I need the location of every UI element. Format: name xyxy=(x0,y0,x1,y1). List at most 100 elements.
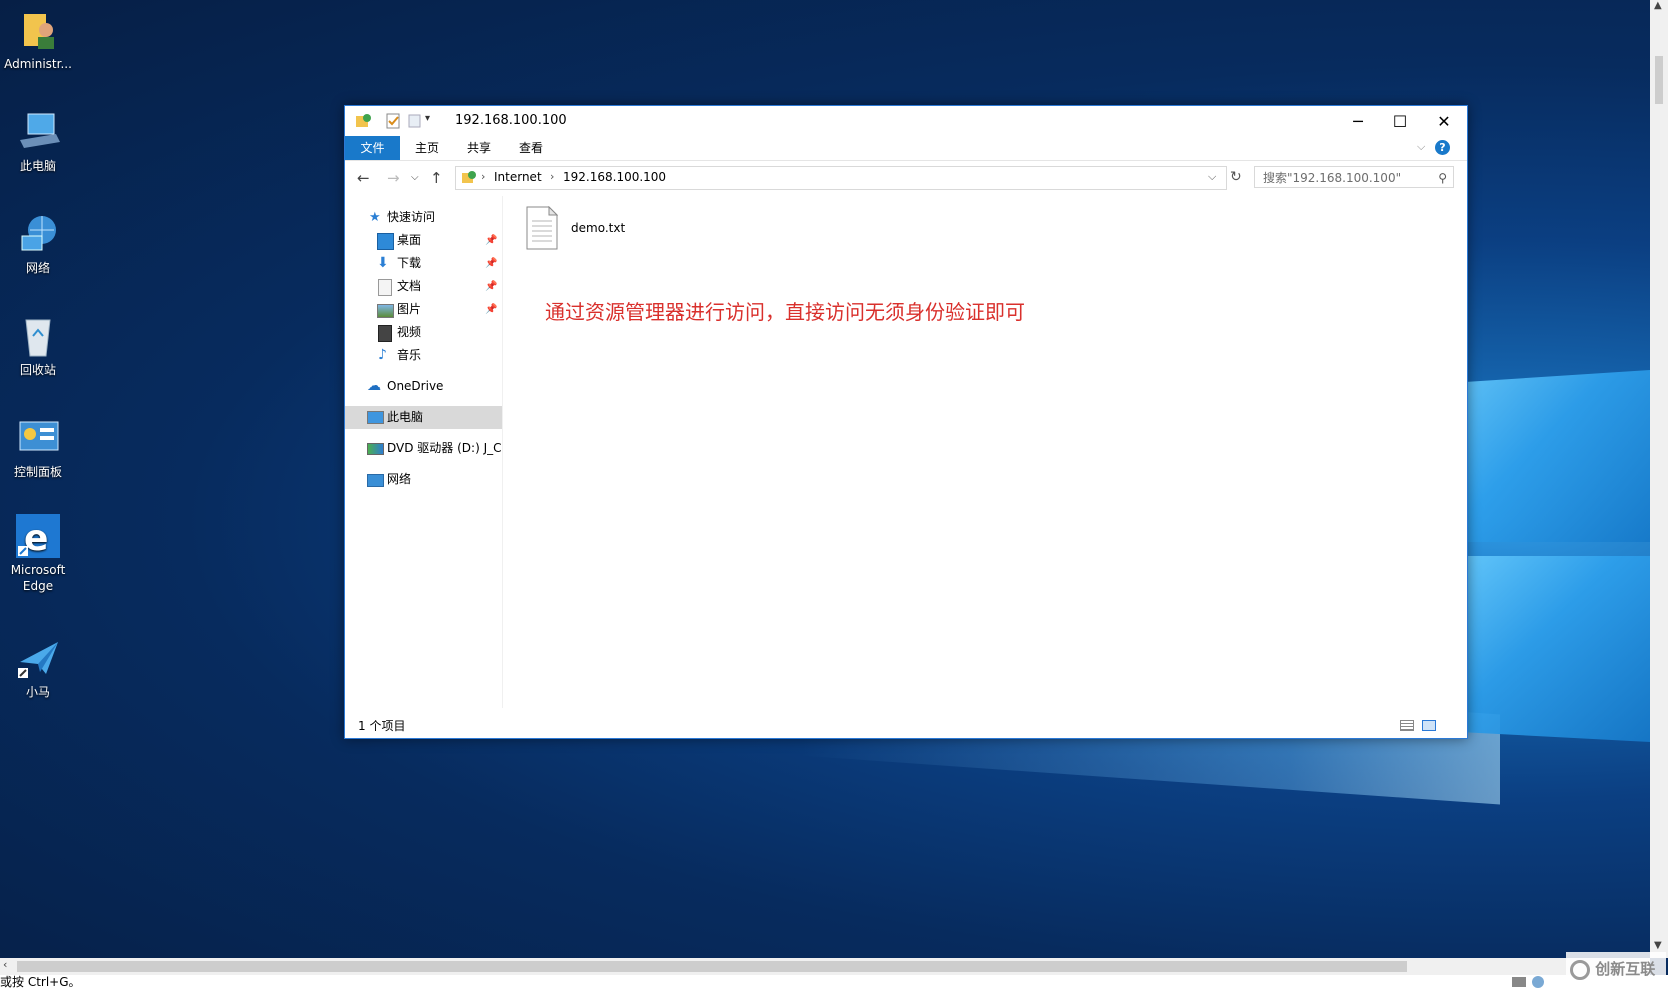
nav-documents[interactable]: 文档 📌 xyxy=(345,275,502,298)
scroll-thumb[interactable] xyxy=(17,961,1407,972)
music-note-icon: ♪ xyxy=(378,347,387,363)
maximize-button[interactable]: ☐ xyxy=(1377,106,1423,136)
breadcrumb-internet[interactable]: Internet xyxy=(494,170,542,184)
nav-label: 网络 xyxy=(387,472,412,486)
network-tray-icon xyxy=(1512,977,1526,987)
address-bar[interactable]: › Internet › 192.168.100.100 ⌵ xyxy=(455,166,1227,190)
recent-locations-chevron-icon[interactable]: ⌵ xyxy=(411,172,419,183)
nav-label: 此电脑 xyxy=(387,410,424,424)
maximize-icon: ☐ xyxy=(1392,111,1408,131)
desktop-icon-label: Microsoft Edge xyxy=(10,563,66,593)
file-list-area[interactable]: demo.txt 通过资源管理器进行访问，直接访问无须身份验证即可 xyxy=(503,196,1467,708)
minimize-button[interactable]: ─ xyxy=(1335,106,1381,136)
film-icon xyxy=(378,325,392,342)
customize-toolbar-chevron-icon[interactable]: ▾ xyxy=(425,113,441,129)
paper-plane-icon xyxy=(16,636,60,680)
desktop-icon-label: 小马 xyxy=(25,685,50,699)
help-icon[interactable]: ? xyxy=(1435,140,1450,155)
details-view-icon[interactable] xyxy=(1400,720,1414,731)
tab-file[interactable]: 文件 xyxy=(345,136,400,160)
search-input[interactable]: 搜索"192.168.100.100" ⚲ xyxy=(1254,166,1454,188)
forward-arrow-icon[interactable]: → xyxy=(387,169,400,187)
back-arrow-icon[interactable]: ← xyxy=(357,169,370,187)
nav-pictures[interactable]: 图片 📌 xyxy=(345,298,502,321)
desktop-icon-this-pc[interactable]: 此电脑 xyxy=(4,110,72,174)
nav-this-pc[interactable]: 此电脑 xyxy=(345,406,502,429)
star-pin-icon: ★ xyxy=(369,210,381,225)
desktop-icon-recycle-bin[interactable]: 回收站 xyxy=(4,314,72,378)
window-title: 192.168.100.100 xyxy=(455,113,567,128)
nav-music[interactable]: ♪ 音乐 xyxy=(345,344,502,367)
title-bar[interactable]: ▾ 192.168.100.100 ─ ☐ ✕ xyxy=(345,106,1467,136)
desktop-icon-edge[interactable]: e Microsoft Edge xyxy=(4,514,72,594)
pin-icon: 📌 xyxy=(485,258,498,269)
desktop-icon-label: 控制面板 xyxy=(13,465,62,479)
pictures-icon xyxy=(377,304,394,318)
breadcrumb-host[interactable]: 192.168.100.100 xyxy=(563,170,666,184)
tab-home[interactable]: 主页 xyxy=(405,136,449,160)
recycle-bin-icon xyxy=(16,314,60,358)
nav-videos[interactable]: 视频 xyxy=(345,321,502,344)
nav-dvd-drive[interactable]: DVD 驱动器 (D:) J_C xyxy=(345,437,502,460)
network-icon xyxy=(367,474,384,487)
annotation-text: 通过资源管理器进行访问，直接访问无须身份验证即可 xyxy=(545,300,1025,324)
breadcrumb-separator-icon: › xyxy=(550,170,555,183)
large-icons-view-icon[interactable] xyxy=(1422,720,1436,731)
watermark-logo-icon xyxy=(1570,959,1590,980)
nav-label: 快速访问 xyxy=(387,210,436,224)
network-globe-icon xyxy=(16,212,60,256)
file-item-demo-txt[interactable]: demo.txt xyxy=(526,205,646,252)
expand-ribbon-chevron-icon[interactable]: ⌵ xyxy=(1417,140,1425,154)
nav-label: 桌面 xyxy=(397,233,422,247)
nav-onedrive[interactable]: ☁ OneDrive xyxy=(345,375,502,398)
item-count: 1 个项目 xyxy=(358,719,406,733)
scroll-up-icon[interactable]: ▲ xyxy=(1654,0,1662,11)
desktop-folder-icon xyxy=(377,233,394,250)
pin-icon: 📌 xyxy=(485,281,498,292)
new-folder-icon[interactable] xyxy=(407,113,423,129)
nav-quick-access[interactable]: ★ 快速访问 xyxy=(345,206,502,229)
nav-label: 视频 xyxy=(397,325,422,339)
properties-icon[interactable] xyxy=(385,113,401,129)
tab-view[interactable]: 查看 xyxy=(509,136,553,160)
nav-label: 文档 xyxy=(397,279,422,293)
up-arrow-icon[interactable]: ↑ xyxy=(430,169,443,187)
pin-icon: 📌 xyxy=(485,235,498,246)
desktop-icon-label: 此电脑 xyxy=(19,159,56,173)
pin-icon: 📌 xyxy=(485,304,498,315)
ribbon-tabs: 文件 主页 共享 查看 ⌵ ? xyxy=(345,136,1467,161)
file-explorer-window[interactable]: ▾ 192.168.100.100 ─ ☐ ✕ 文件 主页 共享 查看 ⌵ ? … xyxy=(344,105,1468,739)
search-icon[interactable]: ⚲ xyxy=(1438,167,1447,189)
tab-share[interactable]: 共享 xyxy=(457,136,501,160)
scroll-thumb[interactable] xyxy=(1655,56,1663,104)
user-folder-icon xyxy=(16,8,60,52)
nav-label: OneDrive xyxy=(387,379,444,393)
desktop-icon-control-panel[interactable]: 控制面板 xyxy=(4,416,72,480)
minimize-icon: ─ xyxy=(1353,111,1363,131)
globe-tray-icon xyxy=(1532,976,1544,988)
nav-desktop[interactable]: 桌面 📌 xyxy=(345,229,502,252)
navigation-pane: ★ 快速访问 桌面 📌 ⬇ 下载 📌 文档 📌 图片 📌 视频 ♪ 音乐 ☁ O… xyxy=(345,196,503,708)
desktop-icon-label: 回收站 xyxy=(19,363,56,377)
computer-icon xyxy=(16,110,60,154)
refresh-icon[interactable]: ↻ xyxy=(1230,169,1242,185)
nav-network[interactable]: 网络 xyxy=(345,468,502,491)
desktop-icon-network[interactable]: 网络 xyxy=(4,212,72,276)
nav-label: 音乐 xyxy=(397,348,422,362)
watermark-text: 创新互联 xyxy=(1595,960,1656,978)
computer-icon xyxy=(367,411,384,424)
horizontal-scrollbar[interactable]: ‹ xyxy=(0,958,1650,975)
folder-network-icon xyxy=(355,113,371,129)
nav-downloads[interactable]: ⬇ 下载 📌 xyxy=(345,252,502,275)
close-button[interactable]: ✕ xyxy=(1421,106,1467,136)
scroll-left-icon[interactable]: ‹ xyxy=(3,958,7,971)
vertical-scrollbar[interactable]: ▲ ▼ xyxy=(1650,0,1668,958)
address-dropdown-chevron-icon[interactable]: ⌵ xyxy=(1208,170,1216,184)
nav-label: 图片 xyxy=(397,302,422,316)
desktop-icon-administrator[interactable]: Administr... xyxy=(4,8,72,72)
scroll-down-icon[interactable]: ▼ xyxy=(1654,940,1662,951)
shortcut-hint: 或按 Ctrl+G。 xyxy=(0,975,81,989)
document-icon xyxy=(378,279,392,296)
desktop-icon-xiaoma[interactable]: 小马 xyxy=(4,636,72,700)
nav-label: 下载 xyxy=(397,256,422,270)
